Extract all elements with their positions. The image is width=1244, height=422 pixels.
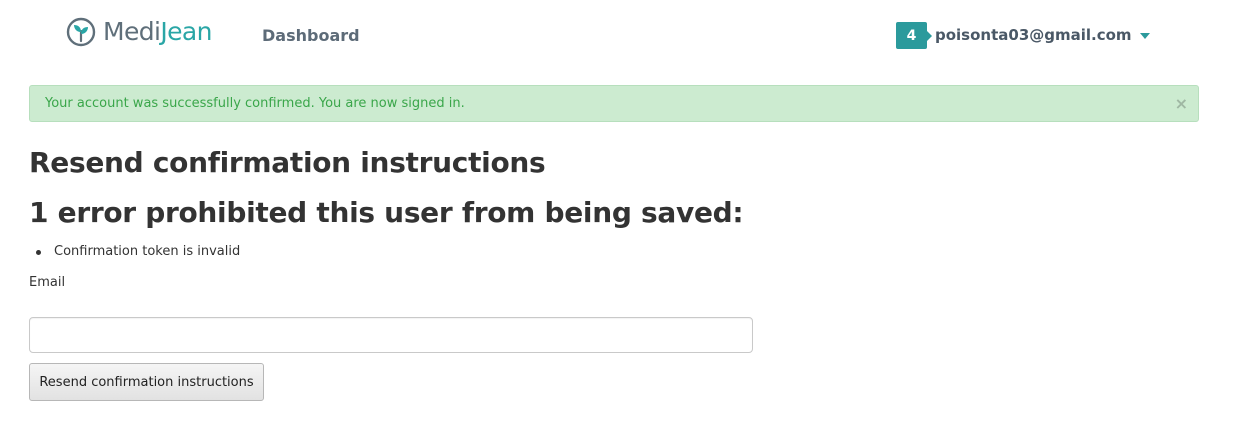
brand-name: MediJean: [103, 14, 213, 50]
navbar: MediJean Dashboard 4 poisonta03@gmail.co…: [0, 0, 1244, 72]
resend-confirmation-button[interactable]: Resend confirmation instructions: [29, 363, 264, 401]
brand-name-part1: Medi: [103, 17, 161, 46]
user-email[interactable]: poisonta03@gmail.com: [935, 22, 1132, 49]
brand-logo-link[interactable]: MediJean: [66, 14, 213, 50]
email-field[interactable]: [29, 317, 753, 353]
notification-badge[interactable]: 4: [896, 22, 932, 49]
error-heading: 1 error prohibited this user from being …: [29, 196, 744, 229]
nav-dashboard-link[interactable]: Dashboard: [262, 26, 360, 46]
leaf-circle-icon: [66, 17, 96, 47]
flash-success-alert: Your account was successfully confirmed.…: [29, 85, 1199, 122]
email-label: Email: [29, 275, 66, 290]
brand-name-part2: Jean: [160, 17, 212, 46]
flash-message: Your account was successfully confirmed.…: [45, 96, 465, 111]
page-title: Resend confirmation instructions: [29, 146, 546, 179]
error-list: Confirmation token is invalid: [36, 243, 240, 261]
error-item: Confirmation token is invalid: [36, 243, 240, 261]
user-menu-dropdown[interactable]: 4 poisonta03@gmail.com: [896, 22, 1150, 49]
alert-close-button[interactable]: ×: [1175, 86, 1188, 121]
caret-down-icon[interactable]: [1139, 32, 1150, 39]
